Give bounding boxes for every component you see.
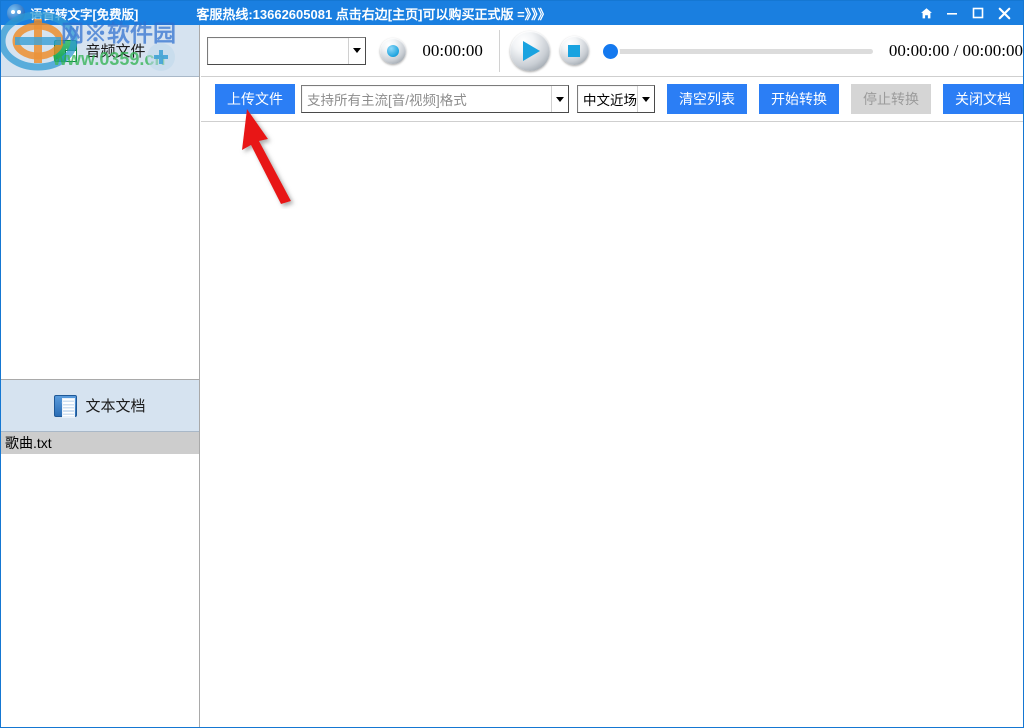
close-icon[interactable] [991,2,1017,24]
device-select[interactable] [207,36,367,65]
text-documents-header: W 文本文档 [1,380,199,432]
clear-list-button[interactable]: 清空列表 [667,84,747,114]
home-icon[interactable] [913,2,939,24]
stop-convert-button: 停止转换 [851,84,931,114]
transcript-work-area[interactable] [201,123,1023,727]
text-documents-header-label: 文本文档 [85,398,146,415]
title-bar: 语音转文字[免费版] 客服热线:13662605081 点击右边[主页]可以购买… [1,1,1023,25]
text-documents-list[interactable]: 歌曲.txt [1,432,199,726]
player-toolbar: 00:00:00 00:00:00 / 00:00:00 [201,25,1023,77]
playback-progress-slider[interactable] [602,41,873,61]
window-title: 语音转文字[免费版] [30,7,139,22]
record-icon [387,44,400,57]
playback-time-display: 00:00:00 / 00:00:00 [888,40,1023,60]
toolbar-divider [498,29,500,72]
record-timer: 00:00:00 [422,40,483,60]
maximize-icon[interactable] [965,2,991,24]
chevron-down-icon[interactable] [348,37,366,64]
slider-track [602,48,873,54]
audio-files-header: ♪ 音频文件 [1,25,199,77]
language-mode-select-value: 中文近场 [583,93,637,108]
word-document-icon: W [54,394,78,418]
window-controls [913,2,1017,24]
play-button[interactable] [509,30,550,71]
stop-button[interactable] [559,36,589,65]
file-format-select-placeholder: 支持所有主流[音/视频]格式 [307,93,467,108]
application-window: 语音转文字[免费版] 客服热线:13662605081 点击右边[主页]可以购买… [0,0,1024,728]
stop-icon [568,44,581,57]
audio-file-icon: ♪ [54,39,78,62]
audio-files-header-label: 音频文件 [85,43,146,60]
audio-files-panel: ♪ 音频文件 [1,25,199,380]
minimize-icon[interactable] [939,2,965,24]
promo-banner-text: 客服热线:13662605081 点击右边[主页]可以购买正式版 =》》》 [196,6,551,22]
play-icon [523,40,541,61]
slider-thumb[interactable] [602,43,618,59]
close-document-button[interactable]: 关闭文档 [943,84,1023,114]
record-button[interactable] [380,37,407,64]
sidebar: ♪ 音频文件 W 文本文档 歌曲.txt [1,25,200,727]
main-content: 00:00:00 00:00:00 / 00:00:00 上传文件 支持所有主流… [201,25,1023,727]
text-documents-panel: W 文本文档 歌曲.txt [1,380,199,727]
audio-files-list[interactable] [1,77,199,380]
upload-file-button[interactable]: 上传文件 [215,84,295,114]
file-format-select[interactable]: 支持所有主流[音/视频]格式 [301,85,569,113]
chevron-down-icon[interactable] [551,86,568,112]
start-convert-button[interactable]: 开始转换 [759,84,839,114]
language-mode-select[interactable]: 中文近场 [577,85,655,113]
list-item[interactable]: 歌曲.txt [1,432,199,454]
chevron-down-icon[interactable] [637,86,654,112]
app-logo-icon [7,4,25,22]
action-toolbar: 上传文件 支持所有主流[音/视频]格式 中文近场 清空列表 开始转换 停止转换 … [201,77,1023,122]
